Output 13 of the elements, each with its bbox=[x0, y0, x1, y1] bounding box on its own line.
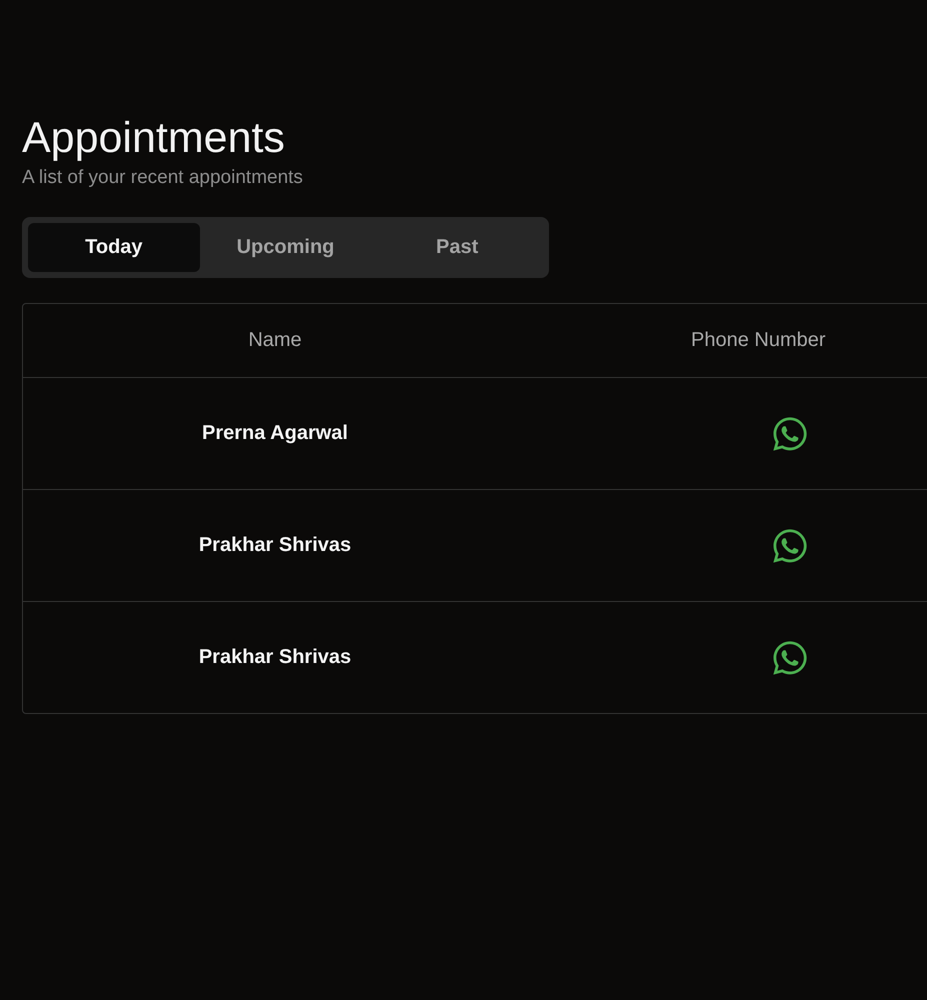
name-cell: Prakhar Shrivas bbox=[198, 534, 352, 557]
tab[interactable]: Today bbox=[28, 223, 200, 272]
column-header: Name bbox=[248, 329, 302, 352]
column-header: Phone Number bbox=[691, 329, 826, 352]
chat-phone-icon[interactable] bbox=[771, 526, 809, 564]
name-cell: Prerna Agarwal bbox=[202, 422, 348, 445]
page-subtitle: A list of your recent appointments bbox=[22, 166, 304, 190]
name-cell: Prakhar Shrivas bbox=[198, 646, 352, 669]
chat-phone-icon[interactable] bbox=[771, 414, 809, 452]
page-title: Appointments bbox=[22, 114, 286, 162]
chat-phone-icon[interactable] bbox=[771, 638, 809, 676]
tab[interactable]: Upcoming bbox=[200, 223, 372, 272]
tab[interactable]: Past bbox=[371, 223, 544, 272]
